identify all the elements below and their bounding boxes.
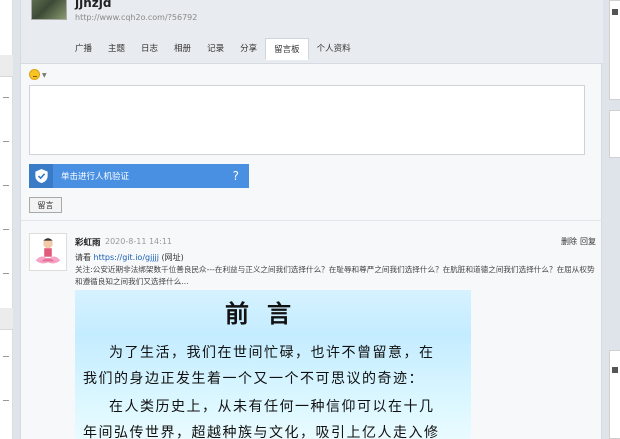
tab-album[interactable]: 相册 [166,38,199,60]
delete-link[interactable]: 删除 [561,237,577,246]
section-divider [21,220,603,221]
emoji-icon[interactable] [29,69,40,80]
captcha-label: 单击进行人机验证 [61,172,130,182]
right-widget [609,350,620,439]
help-icon[interactable]: ? [233,169,239,183]
user-avatar[interactable] [31,0,67,20]
poster-title: 前言 [225,299,309,328]
message-first-line: 请看 https://git.io/gjjjj (网址) [75,252,184,263]
sidebar-divider [3,229,9,230]
poster-line: 我们的身边正发生着一个又一个不可思议的奇迹： [83,371,424,387]
sidebar-divider [3,356,9,357]
message-body: 关注:公安近期非法绑架数千位善良民众---在利益与正义之间我们选择什么？在耻辱和… [75,265,595,286]
message-author-avatar[interactable] [29,233,67,271]
widget-marker [612,9,618,15]
submit-message-button[interactable]: 留言 [29,197,62,213]
right-widget [609,0,620,100]
message-author[interactable]: 彩虹雨 [75,236,101,248]
username[interactable]: jjhzjd [75,0,111,10]
sidebar-divider [3,185,9,186]
emoji-dropdown-caret[interactable]: ▼ [42,72,47,79]
message-link[interactable]: https://git.io/gjjjj [94,253,159,262]
sidebar-divider [3,97,9,98]
message-textarea[interactable] [29,85,585,155]
poster-line: 年间弘传世界，超越种族与文化，吸引上亿人走入修 [83,425,440,439]
tab-blog[interactable]: 日志 [133,38,166,60]
right-panel [602,0,620,439]
right-widget [609,110,620,158]
widget-marker [612,367,618,373]
profile-tabs: 广播 主题 日志 相册 记录 分享 留言板 个人资料 [67,38,359,60]
message-time: 2020-8-11 14:11 [105,237,172,246]
captcha-verify-button[interactable]: 单击进行人机验证 ? [29,164,249,188]
message-actions: 删除 回复 [558,236,596,247]
tab-topics[interactable]: 主题 [100,38,133,60]
sidebar-block [0,308,13,330]
tab-records[interactable]: 记录 [199,38,232,60]
tab-share[interactable]: 分享 [232,38,265,60]
sidebar-divider [3,273,9,274]
profile-header: jjhzjd http://www.cqh2o.com/?56792 广播 主题… [21,0,603,64]
lotus-figure-icon [35,238,61,264]
message-link-suffix: (网址) [158,253,184,262]
sidebar-block [0,55,13,77]
tab-guestbook[interactable]: 留言板 [265,38,309,60]
tab-broadcast[interactable]: 广播 [67,38,100,60]
main-content: jjhzjd http://www.cqh2o.com/?56792 广播 主题… [20,0,603,439]
message-prefix: 请看 [75,253,94,262]
reply-link[interactable]: 回复 [580,237,596,246]
poster-line: 为了生活，我们在世间忙碌，也许不曾留意，在 [109,345,435,361]
message-image[interactable]: 前言 为了生活，我们在世间忙碌，也许不曾留意，在 我们的身边正发生着一个又一个不… [75,290,471,439]
poster-line: 在人类历史上，从未有任何一种信仰可以在十几 [109,399,435,415]
tab-profile[interactable]: 个人资料 [309,38,359,60]
sidebar-divider [3,141,9,142]
left-sidebar-strip [0,0,13,439]
sidebar-divider [3,400,9,401]
shield-check-icon [29,164,53,188]
user-url[interactable]: http://www.cqh2o.com/?56792 [75,13,197,22]
